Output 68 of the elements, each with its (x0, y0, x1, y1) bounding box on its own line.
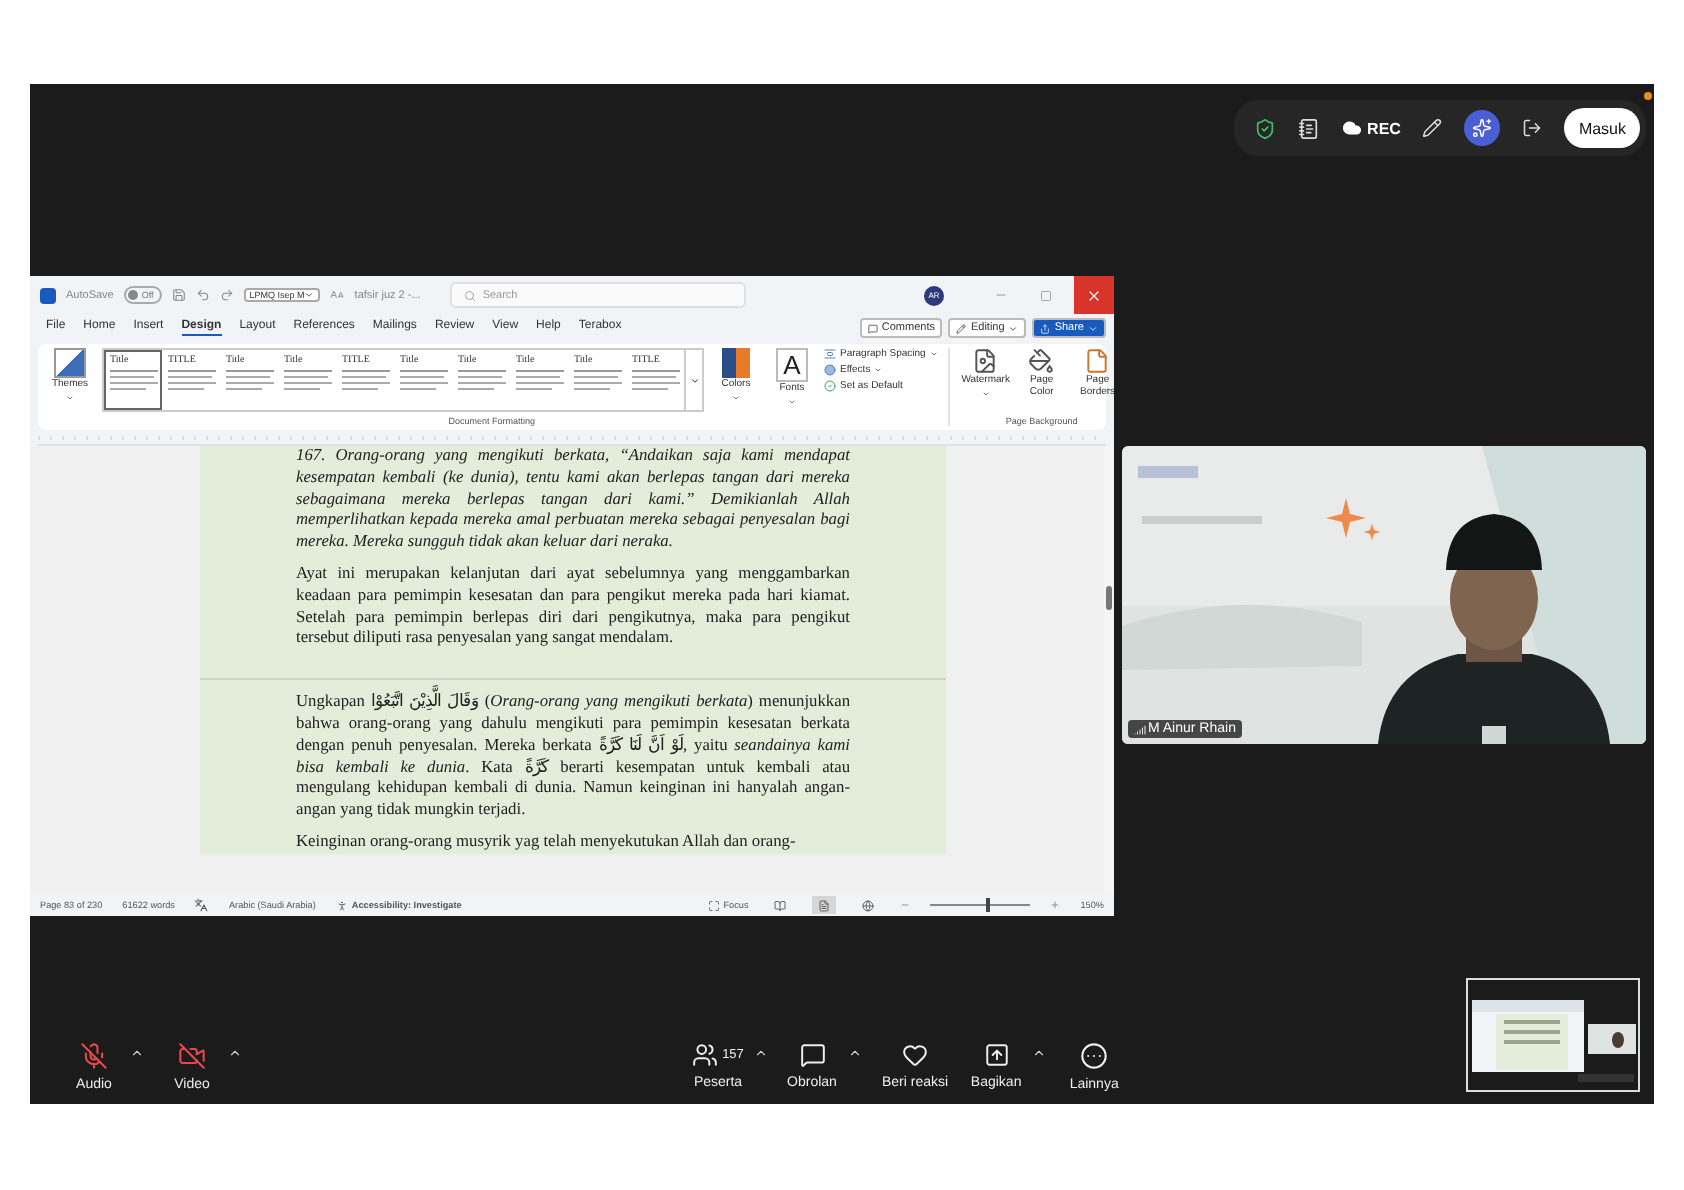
person-icon (335, 899, 348, 911)
redo-icon[interactable] (219, 288, 234, 302)
caret-icon (304, 290, 315, 300)
save-icon[interactable] (171, 288, 186, 302)
caret-icon (689, 375, 699, 385)
sparkle-icon (1472, 118, 1493, 138)
text-lines-icon (342, 370, 390, 394)
watermark-icon (972, 348, 999, 374)
heart-icon (902, 1042, 929, 1068)
shield-icon[interactable] (1253, 117, 1276, 139)
page-icon (818, 899, 831, 911)
minimize-icon (993, 288, 1007, 302)
recording-indicator[interactable]: REC (1341, 118, 1401, 138)
caret-icon[interactable] (848, 1046, 862, 1060)
caret-icon (1008, 323, 1019, 333)
font-size-icon[interactable] (330, 288, 345, 302)
more-icon (1080, 1042, 1109, 1070)
pencil-icon[interactable] (1422, 118, 1443, 138)
chat-bubble-icon (799, 1042, 825, 1068)
search-icon (464, 289, 477, 301)
spacing-icon (824, 348, 836, 360)
caret-icon[interactable] (1032, 1046, 1047, 1060)
book-icon (774, 899, 787, 911)
app-logo-icon (40, 287, 56, 303)
sparkle-button[interactable] (1464, 110, 1501, 146)
view-button[interactable] (812, 896, 837, 914)
text-lines-icon (400, 370, 448, 394)
caret-icon[interactable] (754, 1046, 768, 1060)
muted-microphone-icon (80, 1042, 108, 1070)
close-icon (1086, 287, 1102, 303)
text-lines-icon (284, 370, 332, 394)
caret-icon (1088, 323, 1098, 333)
text-lines-icon (110, 370, 158, 394)
page-icon (1084, 348, 1111, 374)
proofing-icon (194, 898, 209, 912)
circle-icon (824, 364, 836, 376)
share-icon (1040, 323, 1051, 333)
cloud-icon (1341, 118, 1362, 138)
caret-icon[interactable] (228, 1046, 242, 1060)
scrollbar[interactable] (1104, 446, 1114, 894)
text-lines-icon (226, 370, 274, 394)
text-lines-icon (516, 370, 564, 394)
paragraph: Ayat ini merupakan kelanjutan dari ayat sebelumnya yang menggambarkan keadaan para pemimpin kesesatan dan para pengikut mereka pada hari kiamat. Setelah para pemimpin berlepas diri dari pengikutnya, maka para pengikut tersebut diliputi rasa penyesalan yang sangat mendalam. (296, 563, 850, 651)
text-lines-icon (632, 370, 680, 394)
text-lines-icon (168, 370, 216, 394)
text-lines-icon (574, 370, 622, 394)
sign-in-button[interactable]: Masuk (1564, 108, 1640, 148)
caret-icon[interactable] (130, 1046, 144, 1060)
globe-icon (862, 899, 875, 911)
color-swatch-icon (722, 348, 750, 378)
undo-icon[interactable] (195, 288, 210, 302)
text-lines-icon (458, 370, 506, 394)
check-circle-icon (824, 380, 836, 392)
paragraph: Keinginan orang-orang musyrik yag telah menyekutukan Allah dan orang- (296, 831, 798, 854)
themes-icon (54, 348, 86, 378)
exit-icon[interactable] (1522, 118, 1543, 138)
paragraph: 167. Orang-orang yang mengikuti berkata, “Andaikan saja kami mendapat kesempatan kembali (ke dunia), tentu kami akan berlepas tangan dari mereka sebagaimana mereka berlepas tangan dari kami.” Demikianlah Allah memperlihatkan kepada mereka amal perbuatan mereka sebagai penyesalan bagi mereka. Mereka sungguh tidak akan keluar dari neraka. (296, 446, 850, 554)
share-screen-icon (983, 1042, 1010, 1068)
paint-bucket-icon (1028, 348, 1055, 374)
zoom-out-icon (900, 900, 911, 910)
notes-icon[interactable] (1297, 117, 1320, 139)
camera-off-icon (178, 1042, 206, 1070)
comment-icon (867, 323, 878, 333)
signal-icon (1134, 723, 1146, 735)
zoom-in-icon (1050, 900, 1061, 910)
pencil-icon (956, 323, 967, 333)
people-icon (692, 1042, 719, 1068)
restore-icon (1040, 289, 1052, 301)
